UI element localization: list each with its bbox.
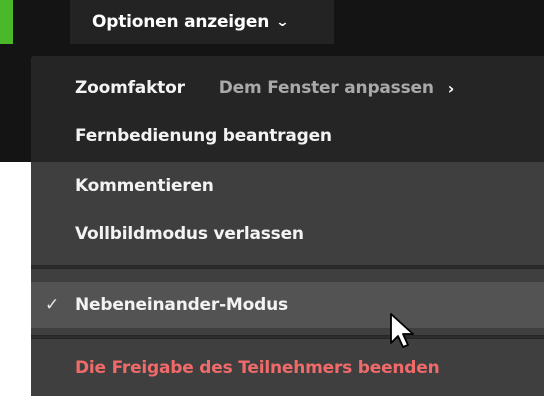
accent-strip <box>0 0 13 44</box>
menu-item-side-by-side[interactable]: ✓ Nebeneinander-Modus <box>31 282 544 328</box>
menu-item-annotate[interactable]: Kommentieren <box>31 164 544 208</box>
remote-control-label: Fernbedienung beantragen <box>75 126 332 146</box>
mouse-pointer-icon <box>390 313 414 348</box>
zoom-label: Zoomfaktor <box>75 78 185 98</box>
stop-sharing-label: Die Freigabe des Teilnehmers beenden <box>75 358 440 378</box>
menu-item-remote-control[interactable]: Fernbedienung beantragen <box>31 114 544 158</box>
view-options-label: Optionen anzeigen <box>92 12 270 32</box>
check-icon: ✓ <box>45 295 60 315</box>
chevron-down-icon: ⌄ <box>275 14 290 30</box>
zoom-value: Dem Fenster anpassen <box>218 78 434 98</box>
menu-item-zoom[interactable]: Zoomfaktor Dem Fenster anpassen › <box>31 66 544 110</box>
view-options-button[interactable]: Optionen anzeigen ⌄ <box>70 0 334 44</box>
menu-item-stop-sharing[interactable]: Die Freigabe des Teilnehmers beenden <box>31 346 544 390</box>
exit-fullscreen-label: Vollbildmodus verlassen <box>75 224 304 244</box>
annotate-label: Kommentieren <box>75 176 214 196</box>
menu-divider <box>31 265 544 269</box>
top-toolbar: Optionen anzeigen ⌄ <box>0 0 544 44</box>
menu-item-exit-fullscreen[interactable]: Vollbildmodus verlassen <box>31 212 544 256</box>
view-options-menu: Zoomfaktor Dem Fenster anpassen › Fernbe… <box>31 56 544 396</box>
chevron-right-icon: › <box>447 78 455 98</box>
side-by-side-label: Nebeneinander-Modus <box>75 295 288 315</box>
menu-divider <box>31 335 544 339</box>
